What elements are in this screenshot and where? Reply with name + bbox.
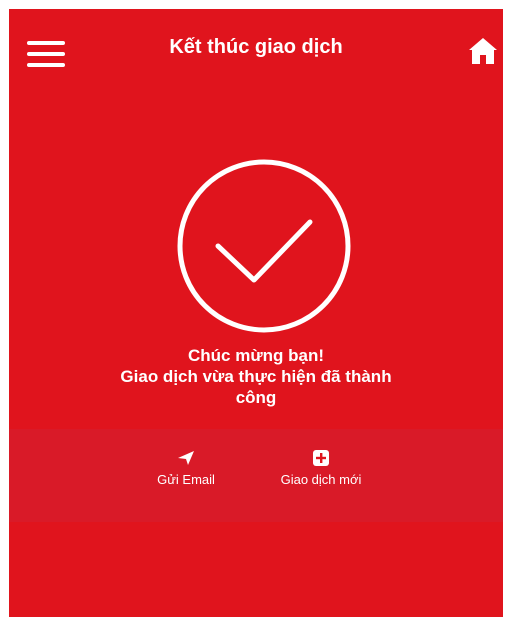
send-icon xyxy=(178,451,194,465)
new-transaction-label: Giao dịch mới xyxy=(280,472,362,487)
actions-band xyxy=(9,429,503,522)
home-button[interactable] xyxy=(467,35,499,67)
send-email-label: Gửi Email xyxy=(157,472,215,487)
success-line1: Chúc mừng bạn! xyxy=(187,346,325,365)
page-title: Kết thúc giao dịch xyxy=(169,36,343,58)
plus-square-icon xyxy=(313,450,329,466)
success-message: Chúc mừng bạn! Giao dịch vừa thực hiện đ… xyxy=(9,345,503,408)
transaction-complete-screen: Kết thúc giao dịch Chúc mừng bạn! Giao d… xyxy=(9,9,503,617)
success-line2: Giao dịch vừa thực hiện đã thành công xyxy=(120,367,392,407)
send-email-button[interactable]: Gửi Email xyxy=(141,449,231,487)
check-circle-icon xyxy=(177,159,351,333)
top-bar: Kết thúc giao dịch xyxy=(9,9,503,89)
new-transaction-button[interactable]: Giao dịch mới xyxy=(261,449,381,487)
home-icon xyxy=(469,38,497,64)
